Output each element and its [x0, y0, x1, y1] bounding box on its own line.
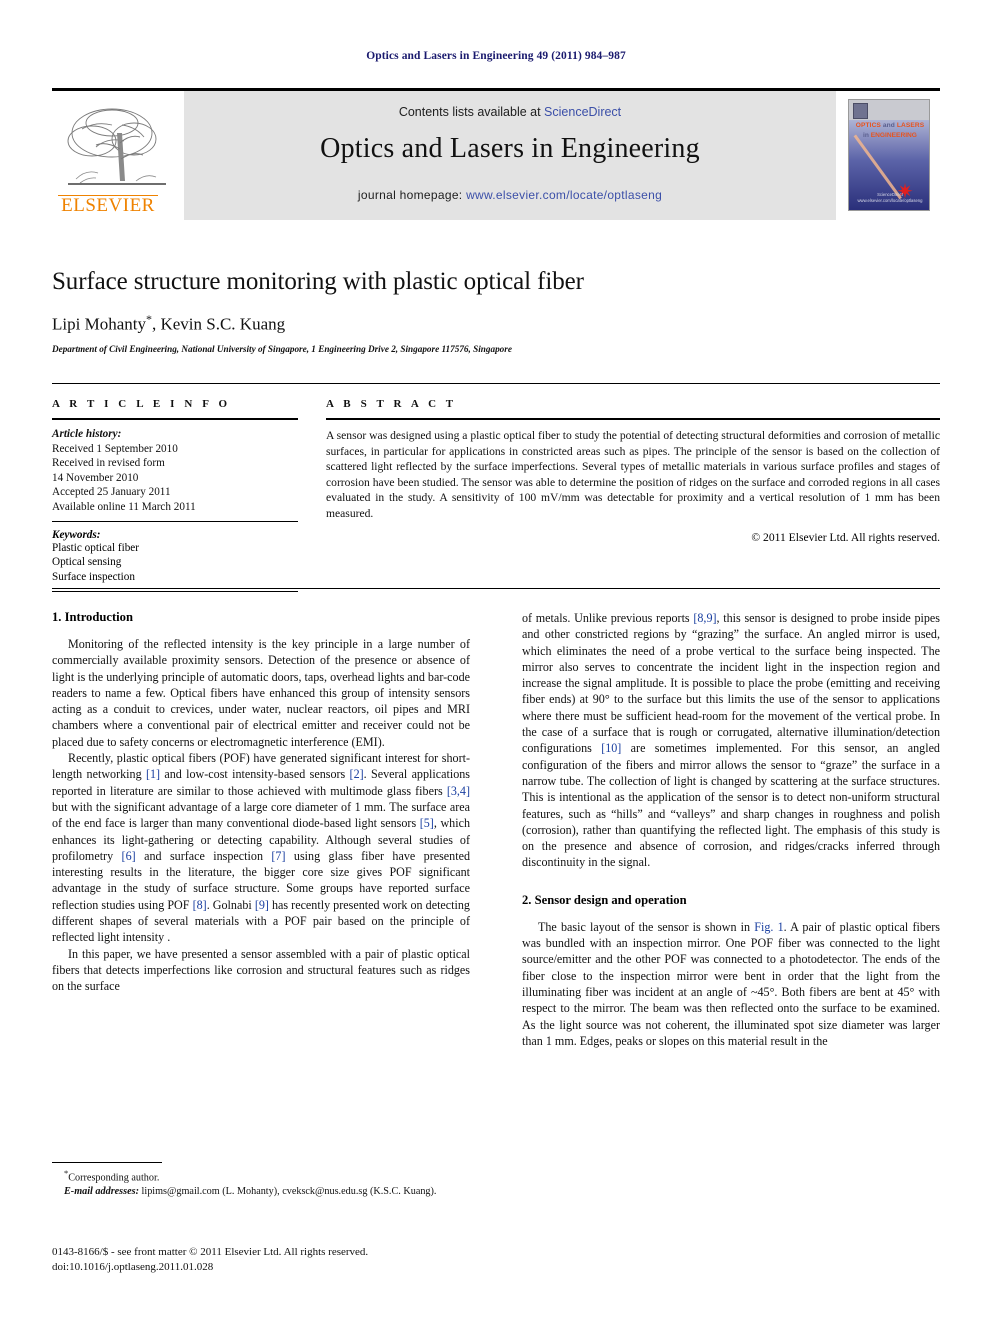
intro-p2-frag-h: . Golnabi — [206, 897, 255, 912]
info-top-rule — [52, 383, 940, 384]
homepage-prefix: journal homepage: — [357, 188, 467, 202]
sensor-paragraph-1: The basic layout of the sensor is shown … — [522, 919, 940, 1049]
keyword-0: Plastic optical fiber — [52, 541, 139, 554]
elsevier-wordmark: ELSEVIER — [61, 195, 155, 216]
footnote-block: *Corresponding author. E-mail addresses:… — [52, 1167, 470, 1198]
cover-word-in: in — [863, 132, 869, 139]
article-info-label: A R T I C L E I N F O — [52, 398, 231, 410]
journal-homepage-line: journal homepage: www.elsevier.com/locat… — [184, 188, 836, 202]
journal-title: Optics and Lasers in Engineering — [320, 133, 700, 164]
page-title: Surface structure monitoring with plasti… — [52, 268, 584, 295]
intro-paragraph-2: Recently, plastic optical fibers (POF) h… — [52, 750, 470, 946]
keywords-list: Plastic optical fiber Optical sensing Su… — [52, 541, 298, 585]
front-matter-block: 0143-8166/$ - see front matter © 2011 El… — [52, 1245, 522, 1274]
issn-front-matter: 0143-8166/$ - see front matter © 2011 El… — [52, 1246, 369, 1258]
masthead-center-panel: Contents lists available at ScienceDirec… — [184, 91, 836, 220]
right-p1-frag-c: are sometimes implemented. For this sens… — [522, 741, 940, 870]
abstract-column: A B S T R A C T A sensor was designed us… — [326, 398, 940, 544]
intro-p2-frag-f: and surface inspection — [135, 848, 272, 863]
abstract-bottom-rule — [52, 588, 940, 589]
cover-word-lasers: LASERS — [896, 122, 925, 129]
author-2: , Kevin S.C. Kuang — [151, 314, 286, 334]
journal-article-page: Optics and Lasers in Engineering 49 (201… — [0, 0, 992, 1323]
journal-masthead: ELSEVIER Contents lists available at Sci… — [52, 88, 940, 220]
abstract-text: A sensor was designed using a plastic op… — [326, 429, 940, 520]
citation-9[interactable]: [9] — [255, 898, 269, 912]
right-p1-frag-a: of metals. Unlike previous reports — [522, 611, 694, 625]
keywords-label: Keywords: — [52, 528, 101, 541]
citation-2[interactable]: [2] — [350, 767, 364, 781]
cover-footer-text: ScienceDirect www.elsevier.com/locate/op… — [849, 192, 929, 204]
section-heading-introduction: 1. Introduction — [52, 610, 133, 624]
cover-title-line1: OPTICS and LASERS — [849, 122, 929, 129]
citation-6[interactable]: [6] — [122, 849, 136, 863]
citation-3-4[interactable]: [3,4] — [447, 784, 470, 798]
keyword-1: Optical sensing — [52, 556, 122, 569]
cover-footer-line2: www.elsevier.com/locate/optlaseng — [857, 198, 923, 204]
doi-text[interactable]: doi:10.1016/j.optlaseng.2011.01.028 — [52, 1260, 522, 1275]
laser-beam-graphic — [853, 134, 902, 200]
citation-1[interactable]: [1] — [146, 767, 160, 781]
article-history-block: Article history: Received 1 September 20… — [52, 427, 298, 515]
email-note: E-mail addresses: lipims@gmail.com (L. M… — [52, 1185, 470, 1198]
intro-p2-frag-b: and low-cost intensity-based sensors — [160, 767, 350, 782]
citation-8-9[interactable]: [8,9] — [693, 611, 716, 625]
cover-word-and: and — [882, 122, 895, 129]
abstract-label: A B S T R A C T — [326, 398, 457, 410]
section-heading-sensor-design: 2. Sensor design and operation — [522, 892, 687, 907]
abstract-copyright: © 2011 Elsevier Ltd. All rights reserved… — [751, 530, 940, 544]
email-addresses-text[interactable]: lipims@gmail.com (L. Mohanty), cveksck@n… — [139, 1186, 437, 1197]
intro-paragraph-1: Monitoring of the reflected intensity is… — [52, 637, 470, 749]
intro-p2-frag-d: but with the significant advantage of a … — [52, 799, 470, 831]
elsevier-logo-cell: ELSEVIER — [52, 91, 184, 220]
journal-cover-thumbnail[interactable]: OPTICS and LASERS in ENGINEERING ✷ Scien… — [848, 99, 930, 211]
right-paragraph-1: of metals. Unlike previous reports [8,9]… — [522, 610, 940, 871]
intro-paragraph-3: In this paper, we have presented a senso… — [52, 946, 470, 994]
author-list: Lipi Mohanty*, Kevin S.C. Kuang — [52, 312, 902, 335]
cover-title-line2: in ENGINEERING — [849, 132, 929, 139]
keywords-bottom-rule — [52, 590, 298, 592]
keyword-2: Surface inspection — [52, 570, 135, 583]
journal-homepage-link[interactable]: www.elsevier.com/locate/optlaseng — [466, 188, 662, 202]
history-item-1: Received in revised form — [52, 457, 165, 470]
author-1: Lipi Mohanty — [52, 314, 146, 334]
sensor-p1-frag-a: The basic layout of the sensor is shown … — [538, 919, 755, 934]
article-history-label: Article history: — [52, 428, 122, 440]
cover-word-engineering: ENGINEERING — [870, 132, 917, 139]
journal-cover-cell: OPTICS and LASERS in ENGINEERING ✷ Scien… — [836, 91, 940, 220]
corresponding-author-text: Corresponding author. — [68, 1172, 160, 1184]
corresponding-author-note: *Corresponding author. — [52, 1167, 470, 1185]
history-item-3: Accepted 25 January 2011 — [52, 486, 171, 499]
history-item-2: 14 November 2010 — [52, 471, 139, 484]
sensor-p1-frag-b: . A pair of plastic optical fibers was b… — [522, 919, 940, 1048]
abstract-rule — [326, 418, 940, 420]
figure-1-reference[interactable]: Fig. 1 — [754, 920, 783, 934]
email-addresses-label: E-mail addresses: — [64, 1185, 139, 1197]
sciencedirect-link[interactable]: ScienceDirect — [544, 105, 621, 119]
body-column-left: 1. Introduction Monitoring of the reflec… — [52, 610, 470, 995]
right-p1-frag-b: , this sensor is designed to probe insid… — [522, 611, 940, 756]
citation-7[interactable]: [7] — [271, 849, 285, 863]
article-info-column: A R T I C L E I N F O Article history: R… — [52, 398, 298, 592]
cover-badge-icon — [853, 103, 868, 119]
body-column-right: of metals. Unlike previous reports [8,9]… — [522, 610, 940, 1049]
citation-8[interactable]: [8] — [193, 898, 207, 912]
contents-available-line: Contents lists available at ScienceDirec… — [184, 105, 836, 119]
keywords-divider — [52, 520, 298, 522]
history-item-0: Received 1 September 2010 — [52, 442, 178, 455]
article-info-rule — [52, 418, 298, 420]
citation-10[interactable]: [10] — [601, 741, 621, 755]
contents-prefix: Contents lists available at — [398, 105, 545, 119]
history-item-4: Available online 11 March 2011 — [52, 500, 196, 513]
affiliation: Department of Civil Engineering, Nationa… — [52, 344, 512, 354]
footnote-rule — [52, 1162, 162, 1163]
running-head: Optics and Lasers in Engineering 49 (201… — [366, 50, 626, 62]
citation-5[interactable]: [5] — [420, 816, 434, 830]
cover-word-optics: OPTICS — [855, 122, 881, 129]
